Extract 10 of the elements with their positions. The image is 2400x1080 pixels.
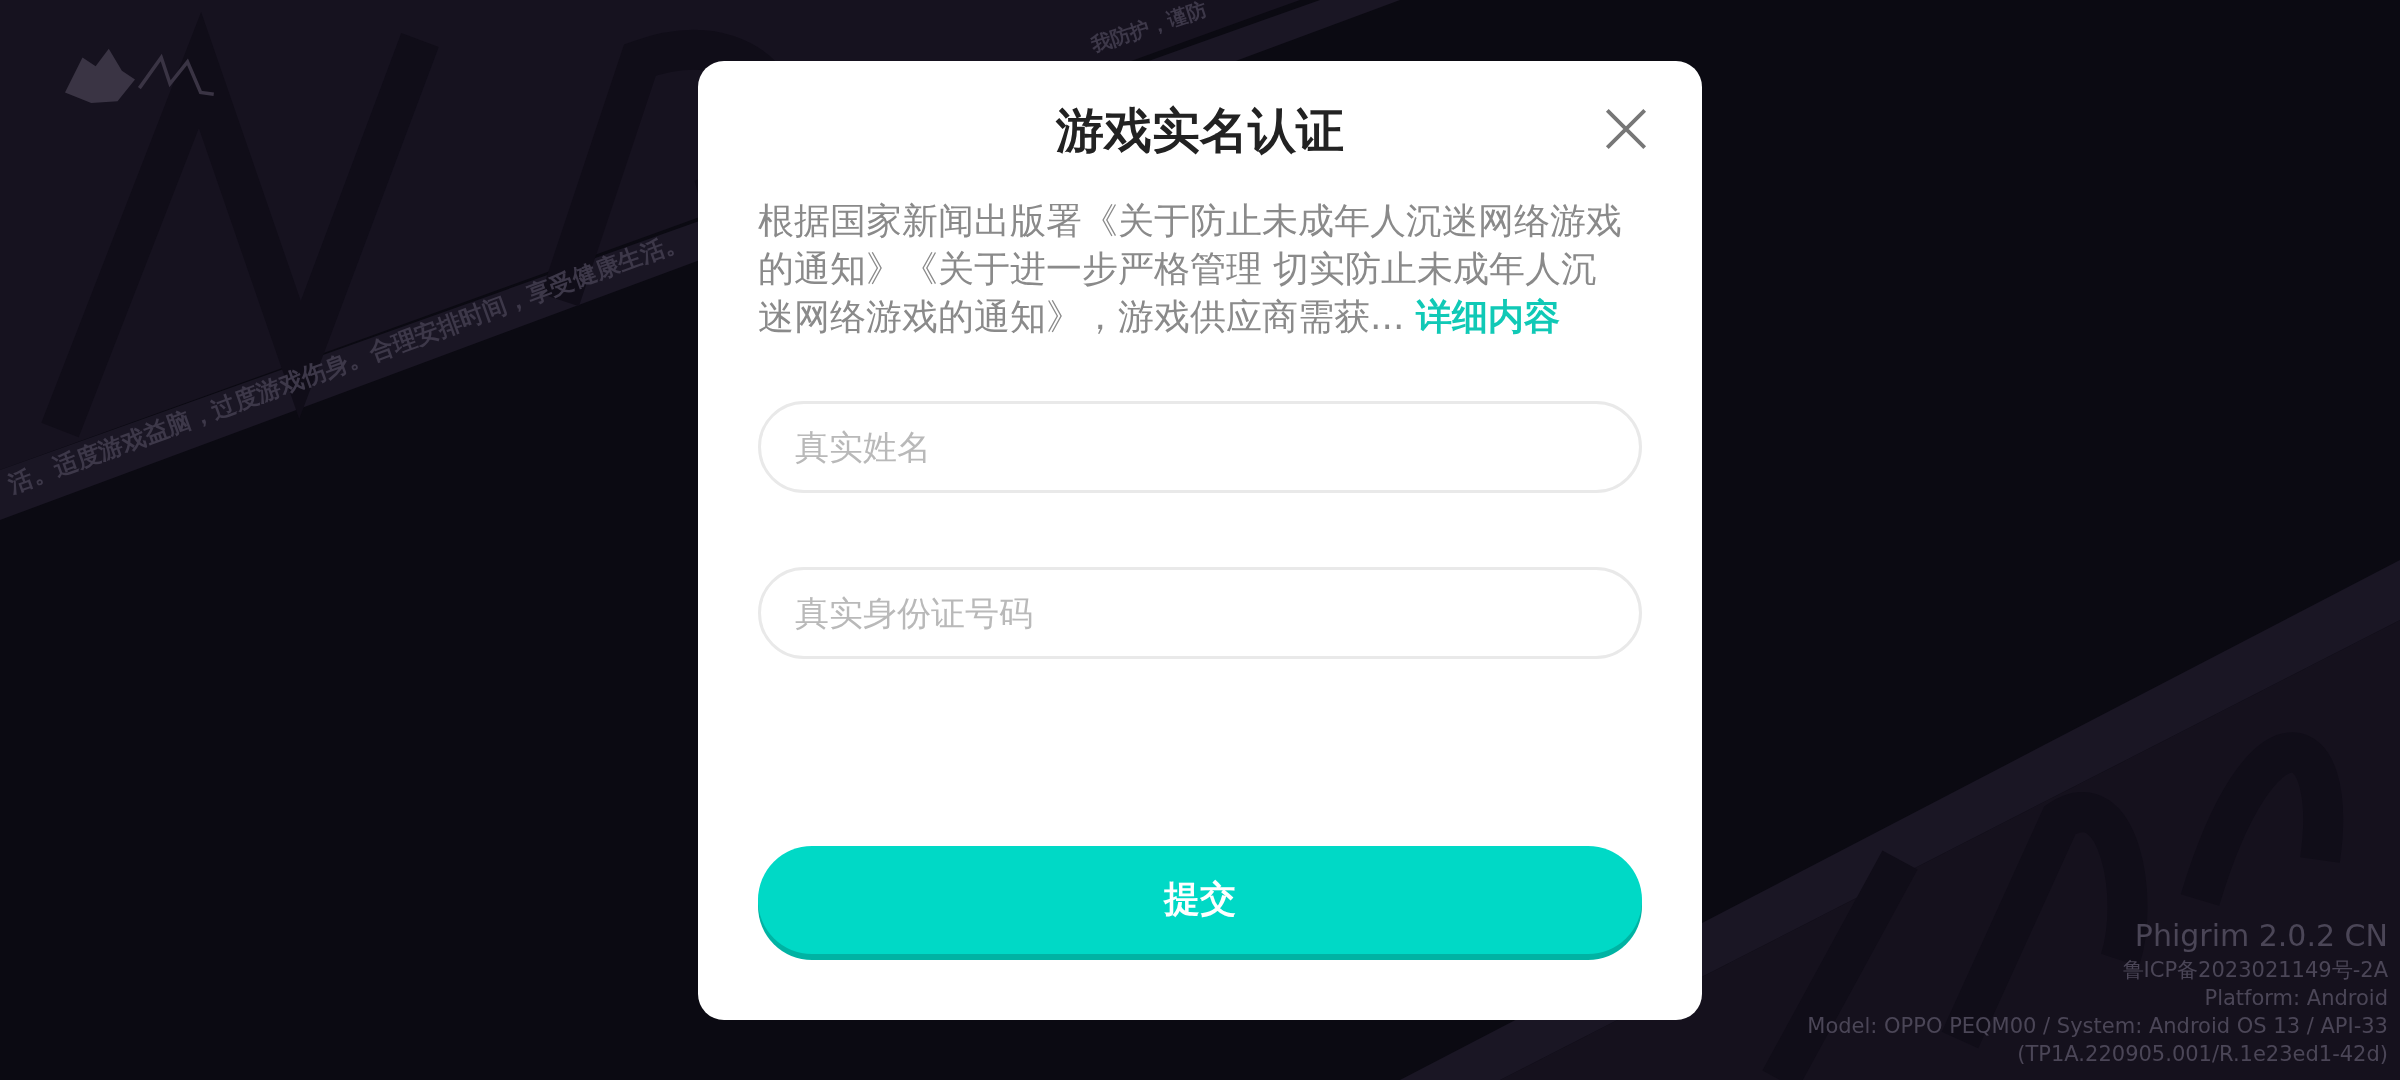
info-text: (TP1A.220905.001/R.1e23ed1-42d) (2017, 1041, 2388, 1068)
info-text: 鲁ICP备2023021149号-2A (2122, 957, 2388, 984)
input-field[interactable]: 真实身份证号码 (758, 566, 1642, 659)
info-text: Platform: Android (2204, 985, 2388, 1012)
info-text: Model: OPPO PEQM00 / System: Android OS 13 / API-33 (1807, 1013, 2388, 1040)
version-text: Phigrim 2.0.2 CN (2134, 917, 2388, 955)
input-field[interactable]: 真实姓名 (758, 400, 1642, 493)
details-link[interactable]: 详细内容 (1415, 295, 1560, 337)
notice-text: 根据国家新闻出版署《关于防止未成年人沉迷网络游戏的通知》《关于进一步严格管理 切实防止未成年人沉迷网络游戏的通知》，游戏供应商需获... 详细内容 (758, 198, 1623, 339)
dialog-title: 游戏实名认证 (1056, 100, 1344, 160)
